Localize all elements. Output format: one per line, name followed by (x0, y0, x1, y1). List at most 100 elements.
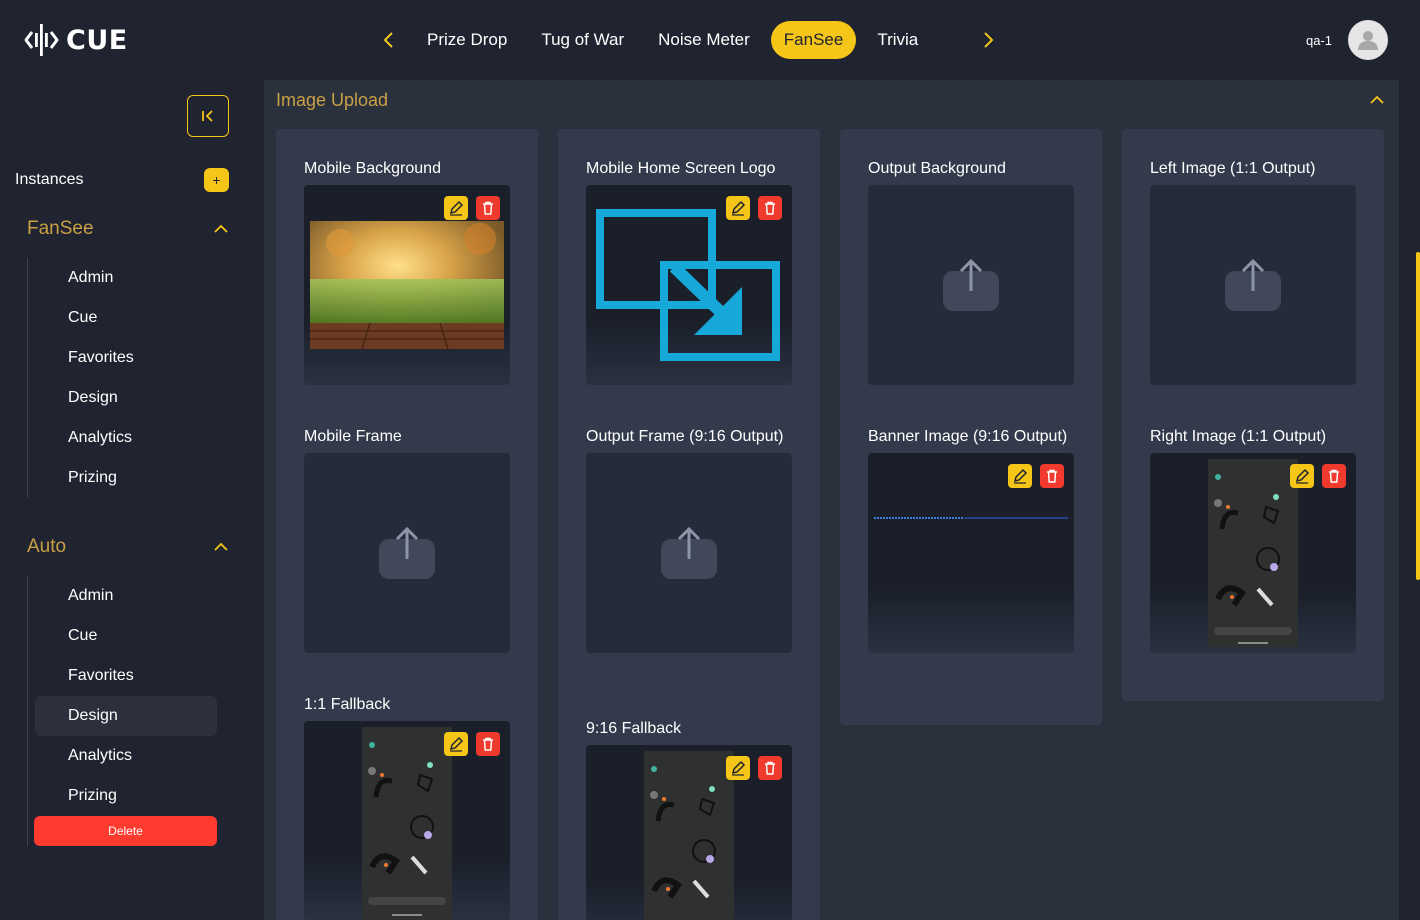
tab-fansee[interactable]: FanSee (770, 21, 857, 59)
upload-icon (943, 258, 999, 311)
app-logo[interactable]: CUE (24, 20, 128, 60)
image-preview[interactable] (586, 745, 792, 920)
pencil-icon (1013, 468, 1028, 484)
group-header-auto[interactable]: Auto (27, 534, 229, 560)
image-preview[interactable] (1150, 453, 1356, 653)
upload-field-left-image: Left Image (1:1 Output) (1150, 157, 1356, 385)
image-preview[interactable] (304, 185, 510, 385)
avatar[interactable] (1348, 20, 1388, 60)
group-header-fansee[interactable]: FanSee (27, 216, 229, 242)
image-upload-dropzone[interactable] (868, 185, 1074, 385)
sidebar-item-prizing[interactable]: Prizing (28, 776, 217, 816)
user-name: qa-1 (1305, 32, 1332, 48)
upload-icon (1225, 258, 1281, 311)
resize-logo-image (596, 209, 780, 361)
tab-trivia[interactable]: Trivia (864, 21, 931, 59)
image-upload-dropzone[interactable] (304, 453, 510, 653)
delete-image-button[interactable] (476, 732, 500, 756)
cue-logo-icon (24, 24, 59, 56)
chevron-up-icon (214, 542, 228, 551)
delete-image-button[interactable] (476, 196, 500, 220)
tab-noise-meter[interactable]: Noise Meter (645, 21, 763, 59)
field-label: Right Image (1:1 Output) (1150, 428, 1327, 445)
nav-next-button[interactable] (977, 28, 1001, 52)
sidebar-item-favorites[interactable]: Favorites (28, 338, 217, 378)
upload-field-mobile-home-logo: Mobile Home Screen Logo (586, 157, 792, 385)
nav-prev-button[interactable] (376, 28, 400, 52)
sidebar-item-favorites[interactable]: Favorites (28, 656, 217, 696)
pencil-icon (1295, 468, 1310, 484)
instances-label: Instances (15, 171, 84, 188)
edit-image-button[interactable] (1290, 464, 1314, 488)
upload-field-banner-image: Banner Image (9:16 Output) (868, 425, 1074, 653)
phone-screenshot-image (644, 751, 734, 920)
add-instance-button[interactable]: + (204, 168, 229, 192)
field-label: Output Frame (9:16 Output) (586, 428, 784, 445)
tab-prize-drop[interactable]: Prize Drop (414, 21, 520, 59)
edit-image-button[interactable] (726, 756, 750, 780)
edit-image-button[interactable] (444, 196, 468, 220)
trash-icon (1047, 469, 1057, 483)
upload-field-fallback-1-1: 1:1 Fallback (304, 693, 510, 920)
sidebar-item-admin[interactable]: Admin (28, 258, 217, 298)
delete-image-button[interactable] (758, 196, 782, 220)
delete-image-button[interactable] (1322, 464, 1346, 488)
pencil-icon (449, 200, 464, 216)
sidebar-item-cue[interactable]: Cue (28, 616, 217, 656)
field-label: Output Background (868, 160, 1006, 177)
collapse-sidebar-button[interactable] (187, 95, 229, 137)
upload-field-mobile-background: Mobile Background (304, 157, 510, 385)
instances-header: Instances + (15, 168, 229, 192)
trash-icon (765, 201, 775, 215)
sidebar-item-design[interactable]: Design (35, 696, 217, 736)
tab-tug-of-war[interactable]: Tug of War (528, 21, 637, 59)
collapse-left-icon (202, 110, 213, 122)
trash-icon (483, 737, 493, 751)
sidebar-item-admin[interactable]: Admin (28, 576, 217, 616)
field-label: Mobile Frame (304, 428, 402, 445)
user-avatar-icon (1358, 31, 1378, 50)
upload-column-1: Mobile Background Mobile Frame 1:1 Fallb… (276, 129, 538, 920)
edit-image-button[interactable] (1008, 464, 1032, 488)
pencil-icon (449, 736, 464, 752)
field-label: Mobile Background (304, 160, 441, 177)
group-items-auto: Admin Cue Favorites Design Analytics Pri… (27, 576, 217, 846)
upload-field-mobile-frame: Mobile Frame (304, 425, 510, 653)
delete-instance-button[interactable]: Delete (34, 816, 217, 846)
sidebar: Instances + FanSee Admin Cue Favorites D… (0, 80, 244, 920)
image-preview[interactable] (868, 453, 1074, 653)
sidebar-item-prizing[interactable]: Prizing (28, 458, 217, 498)
app-tabs: Prize Drop Tug of War Noise Meter FanSee… (376, 20, 1001, 60)
upload-column-3: Output Background Banner Image (9:16 Out… (840, 129, 1102, 725)
section-title: Image Upload (276, 90, 389, 110)
delete-image-button[interactable] (1040, 464, 1064, 488)
image-upload-dropzone[interactable] (586, 453, 792, 653)
field-label: 9:16 Fallback (586, 720, 682, 737)
upload-field-output-frame: Output Frame (9:16 Output) (586, 425, 792, 653)
delete-image-button[interactable] (758, 756, 782, 780)
image-preview[interactable] (586, 185, 792, 385)
field-label: Left Image (1:1 Output) (1150, 160, 1316, 177)
upload-field-output-background: Output Background (868, 157, 1074, 385)
top-bar: CUE Prize Drop Tug of War Noise Meter Fa… (0, 0, 1420, 80)
edit-image-button[interactable] (444, 732, 468, 756)
sidebar-item-analytics[interactable]: Analytics (28, 736, 217, 776)
sidebar-item-design[interactable]: Design (28, 378, 217, 418)
group-title: Auto (27, 536, 67, 557)
upload-icon (379, 526, 435, 579)
sidebar-item-analytics[interactable]: Analytics (28, 418, 217, 458)
pencil-icon (731, 200, 746, 216)
collapse-section-button[interactable] (1369, 92, 1385, 110)
trash-icon (1329, 469, 1339, 483)
image-preview[interactable] (304, 721, 510, 920)
user-menu[interactable]: qa-1 (1306, 20, 1388, 60)
upload-icon (661, 526, 717, 579)
logo-text: CUE (66, 24, 128, 56)
forest-background-image (310, 221, 504, 349)
sidebar-item-cue[interactable]: Cue (28, 298, 217, 338)
chevron-up-icon (214, 224, 228, 233)
image-upload-dropzone[interactable] (1150, 185, 1356, 385)
scrollbar-thumb[interactable] (1416, 252, 1420, 580)
edit-image-button[interactable] (726, 196, 750, 220)
main-content: Image Upload Mobile Background Mobile Fr… (264, 80, 1399, 920)
